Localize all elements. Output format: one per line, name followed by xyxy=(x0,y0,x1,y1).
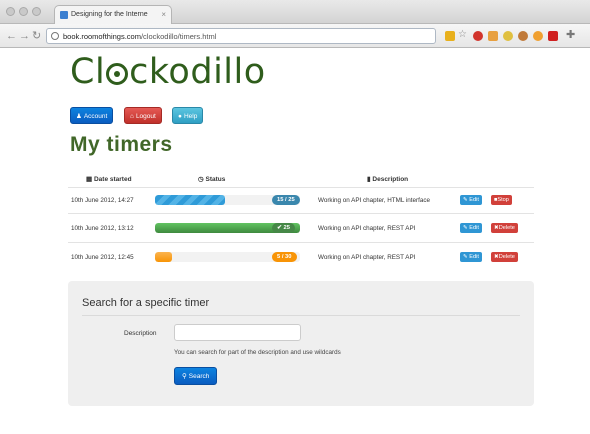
row-description: Working on API chapter, REST API xyxy=(318,254,416,261)
pencil-icon: ✎ xyxy=(463,197,468,203)
row-description: Working on API chapter, HTML interface xyxy=(318,197,430,204)
home-icon: ⌂ xyxy=(130,113,134,120)
browser-toolbar: ← → ↻ book.roomofthings.com/clockodillo/… xyxy=(0,24,590,48)
extension-icon[interactable] xyxy=(488,31,498,41)
minimize-window-button[interactable] xyxy=(19,7,28,16)
edit-button-label: Edit xyxy=(469,225,479,231)
page-title: My timers xyxy=(70,133,173,156)
pencil-icon: ✎ xyxy=(463,254,468,260)
browser-window: Designing for the Interne × ← → ↻ book.r… xyxy=(0,0,590,434)
row-date: 10th June 2012, 13:12 xyxy=(71,225,134,232)
tab-close-icon[interactable]: × xyxy=(161,10,166,19)
info-icon: ● xyxy=(178,113,182,120)
table-divider xyxy=(68,187,534,188)
progress-fill xyxy=(155,252,173,262)
search-button-label: Search xyxy=(188,373,210,380)
logo-text-suffix: ckodillo xyxy=(129,52,266,92)
table-divider xyxy=(68,242,534,243)
account-button[interactable]: ♟ Account xyxy=(70,107,114,124)
clock-icon: ◷ xyxy=(198,176,204,183)
title-bar: Designing for the Interne × xyxy=(0,0,590,24)
forward-arrow-icon[interactable]: → xyxy=(19,29,30,43)
zoom-window-button[interactable] xyxy=(32,7,41,16)
header-label: Date started xyxy=(93,176,132,183)
progress-fill xyxy=(155,195,225,205)
user-icon: ♟ xyxy=(76,113,82,120)
extension-icon[interactable] xyxy=(503,31,513,41)
stop-button-label: Stop xyxy=(497,197,509,203)
search-help-text: You can search for part of the descripti… xyxy=(174,349,341,356)
extension-icon[interactable] xyxy=(533,31,543,41)
header-status: ◷ Status xyxy=(198,175,225,183)
close-window-button[interactable] xyxy=(6,7,15,16)
search-button[interactable]: ⚲ Search xyxy=(174,367,218,385)
delete-button-label: Delete xyxy=(498,254,515,260)
delete-button[interactable]: ✖Delete xyxy=(491,252,518,262)
header-description: ▮ Description xyxy=(367,175,408,183)
table-divider xyxy=(68,213,534,214)
timer-badge: 15 / 25 xyxy=(272,195,300,205)
description-label: Description xyxy=(124,330,157,337)
url-host: book.roomofthings.com xyxy=(63,32,141,41)
timer-badge: ✔ 25 xyxy=(272,223,295,233)
bookmark-star-icon[interactable]: ☆ xyxy=(458,28,467,42)
calendar-icon: ▦ xyxy=(86,176,93,183)
row-description: Working on API chapter, REST API xyxy=(318,225,416,232)
menu-icon[interactable]: ✚ xyxy=(566,28,575,42)
header-label: Status xyxy=(205,176,226,183)
delete-button[interactable]: ✖Delete xyxy=(491,223,518,233)
description-search-input[interactable] xyxy=(174,324,301,341)
edit-button-label: Edit xyxy=(469,197,479,203)
edit-button[interactable]: ✎ Edit xyxy=(460,252,482,262)
help-button[interactable]: ● Help xyxy=(172,107,204,124)
logo-eye-icon xyxy=(106,63,129,85)
book-icon: ▮ xyxy=(367,176,371,183)
search-icon: ⚲ xyxy=(182,373,187,380)
panel-divider xyxy=(82,315,520,316)
edit-button[interactable]: ✎ Edit xyxy=(460,223,482,233)
timer-badge: 5 / 30 xyxy=(272,252,297,262)
edit-button[interactable]: ✎ Edit xyxy=(460,195,482,205)
clockodillo-logo: Cl ckodillo xyxy=(70,52,266,92)
logo-text-prefix: Cl xyxy=(70,52,106,92)
extension-icon[interactable] xyxy=(548,31,558,41)
help-button-label: Help xyxy=(183,113,198,120)
header-date-started: ▦ Date started xyxy=(86,175,132,183)
url-path: /clockodillo/timers.html xyxy=(140,32,217,41)
extension-icon[interactable] xyxy=(518,31,528,41)
edit-button-label: Edit xyxy=(469,254,479,260)
logout-button-label: Logout xyxy=(135,113,156,120)
row-date: 10th June 2012, 14:27 xyxy=(71,197,134,204)
back-arrow-icon[interactable]: ← xyxy=(6,29,17,43)
pencil-icon: ✎ xyxy=(463,225,468,231)
favicon-icon xyxy=(60,11,68,19)
extension-icon[interactable] xyxy=(445,31,455,41)
page-info-icon xyxy=(51,32,59,40)
stop-button[interactable]: ■Stop xyxy=(491,195,512,205)
tab-title: Designing for the Interne xyxy=(71,11,148,18)
browser-tab[interactable]: Designing for the Interne × xyxy=(54,5,172,24)
delete-button-label: Delete xyxy=(498,225,515,231)
reload-icon[interactable]: ↻ xyxy=(32,29,41,43)
logout-button[interactable]: ⌂ Logout xyxy=(124,107,162,124)
search-panel-title: Search for a specific timer xyxy=(82,297,210,309)
row-date: 10th June 2012, 12:45 xyxy=(71,254,134,261)
opera-icon[interactable] xyxy=(473,31,483,41)
header-label: Description xyxy=(372,176,409,183)
account-button-label: Account xyxy=(83,113,108,120)
search-panel: Search for a specific timer Description … xyxy=(68,281,534,406)
address-bar[interactable]: book.roomofthings.com/clockodillo/timers… xyxy=(46,28,436,44)
